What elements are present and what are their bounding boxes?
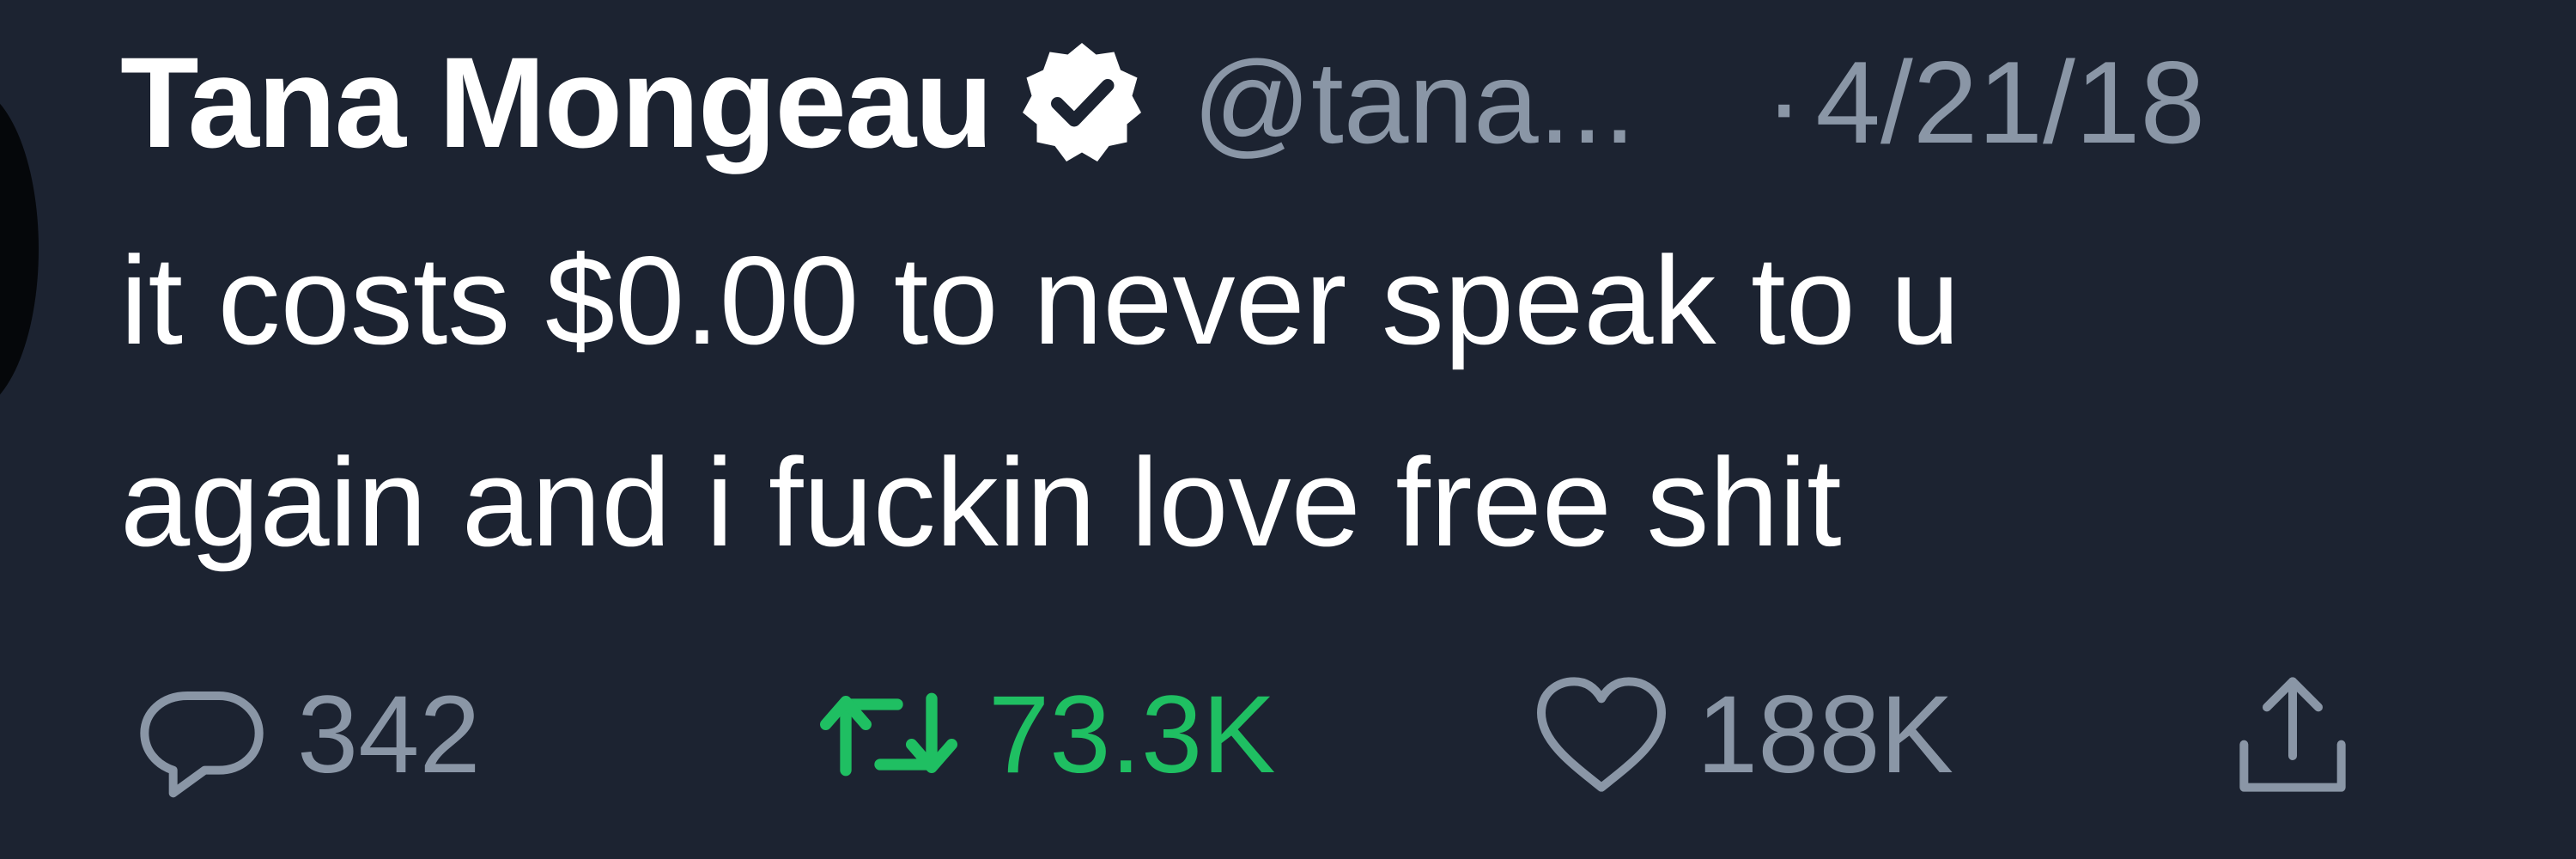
tweet-actions: 342 73.3K 188K	[0, 670, 2576, 799]
display-name[interactable]: Tana Mongeau	[120, 28, 993, 177]
reply-count: 342	[297, 673, 481, 796]
retweet-icon	[820, 692, 957, 777]
tweet-text: it costs $0.00 to never speak to u again…	[120, 199, 2524, 603]
share-button[interactable]	[2220, 670, 2366, 799]
retweet-count: 73.3K	[988, 673, 1276, 796]
like-count: 188K	[1697, 673, 1953, 796]
reply-icon	[140, 691, 264, 798]
share-icon	[2239, 677, 2346, 792]
user-handle[interactable]: @tana...	[1193, 35, 1636, 169]
reply-button[interactable]: 342	[129, 670, 481, 799]
tweet-text-line: again and i fuckin love free shit	[120, 432, 1842, 572]
tweet-header: Tana Mongeau @tana... · 4/21/18	[120, 29, 2576, 175]
separator-dot: ·	[1765, 37, 1804, 168]
like-button[interactable]: 188K	[1528, 670, 1953, 799]
tweet-text-line: it costs $0.00 to never speak to u	[120, 230, 1960, 370]
heart-icon	[1537, 677, 1666, 792]
verified-badge-icon	[1022, 43, 1141, 161]
tweet-date[interactable]: 4/21/18	[1815, 35, 2205, 169]
avatar[interactable]	[0, 86, 39, 412]
retweet-button[interactable]: 73.3K	[811, 670, 1276, 799]
